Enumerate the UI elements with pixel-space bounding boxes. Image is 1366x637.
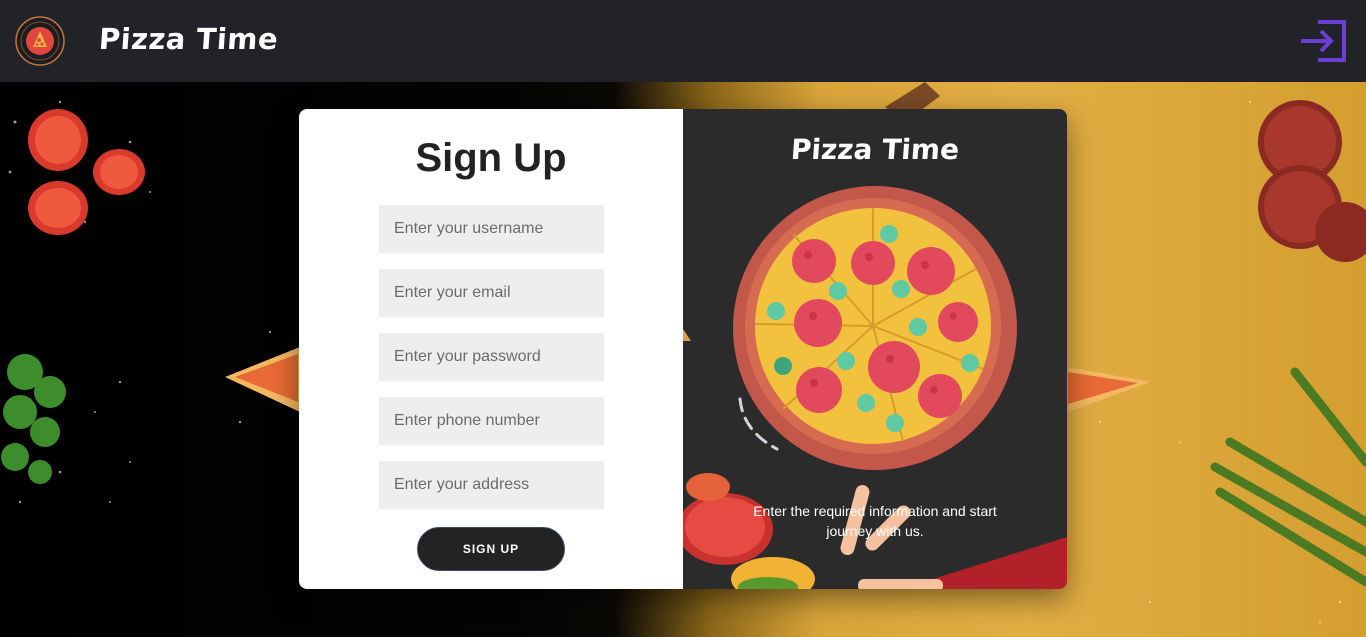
phone-field[interactable] <box>379 397 604 445</box>
signup-form-panel: Sign Up SIGN UP <box>299 109 683 589</box>
signup-button[interactable]: SIGN UP <box>417 527 565 571</box>
signup-title: Sign Up <box>415 136 567 180</box>
brand-title[interactable]: Pizza Time <box>98 22 280 56</box>
info-panel: Pizza Time Enter the required informatio… <box>683 109 1067 589</box>
address-field[interactable] <box>379 461 604 509</box>
email-field[interactable] <box>379 269 604 317</box>
username-field[interactable] <box>379 205 604 253</box>
info-message: Enter the required information and start… <box>753 503 997 539</box>
sign-in-icon[interactable] <box>1298 18 1348 64</box>
password-field[interactable] <box>379 333 604 381</box>
top-navbar: Pizza Time <box>0 0 1366 82</box>
pizza-logo-icon[interactable] <box>15 16 65 66</box>
signup-card: Sign Up SIGN UP Pizza Time <box>299 109 1067 589</box>
